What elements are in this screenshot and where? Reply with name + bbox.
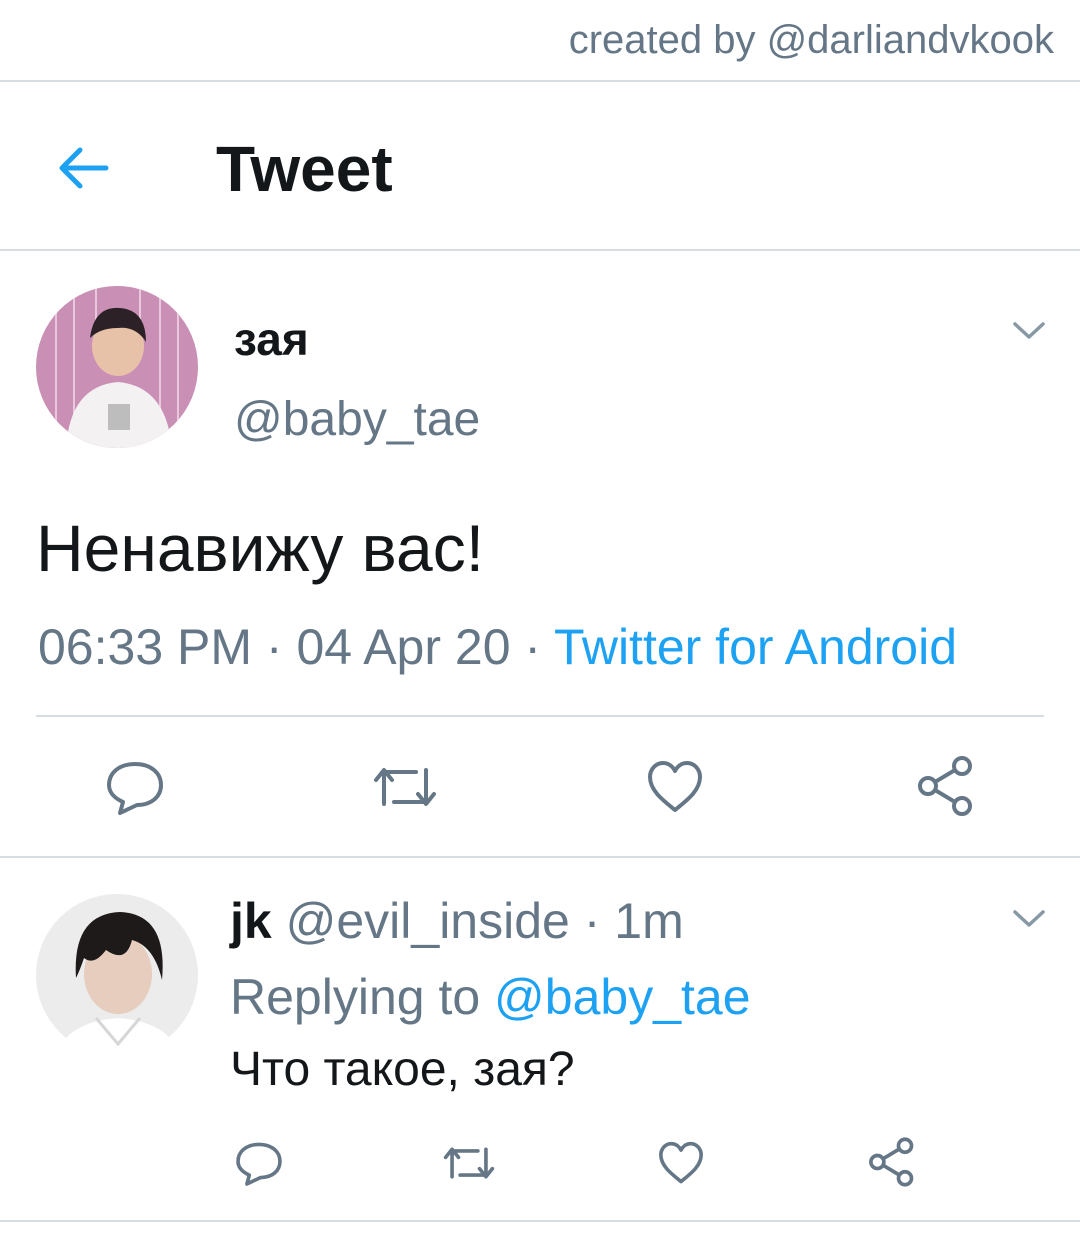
meta-separator: · xyxy=(510,619,555,675)
retweet-icon xyxy=(374,768,436,806)
like-button[interactable] xyxy=(644,756,706,823)
meta-separator: · xyxy=(252,619,297,675)
divider xyxy=(0,1220,1080,1222)
avatar-zaya[interactable] xyxy=(36,286,198,448)
tweet-menu-button[interactable] xyxy=(1011,318,1047,342)
divider xyxy=(0,249,1080,251)
tweet-meta: 06:33 PM · 04 Apr 20 · Twitter for Andro… xyxy=(38,618,957,676)
reply-time: · 1m xyxy=(569,893,684,949)
chevron-down-icon xyxy=(1013,322,1045,339)
share-icon xyxy=(869,1137,914,1187)
reply-author-name[interactable]: jk xyxy=(230,893,272,949)
replying-label: Replying to xyxy=(230,969,495,1025)
share-icon xyxy=(918,756,972,816)
chevron-down-icon xyxy=(1013,910,1045,927)
heart-icon xyxy=(648,761,702,812)
retweet-button[interactable] xyxy=(370,756,440,823)
tweet-text: Ненавижу вас! xyxy=(36,511,485,585)
watermark-credit: created by @darliandvkook xyxy=(568,18,1054,62)
reply-retweet-button[interactable] xyxy=(440,1138,498,1193)
reply-like-button[interactable] xyxy=(656,1138,706,1193)
author-handle[interactable]: @baby_tae xyxy=(234,392,480,447)
reply-text: Что такое, зая? xyxy=(230,1043,575,1096)
arrow-left-icon xyxy=(59,147,109,189)
tweet-date: 04 Apr 20 xyxy=(296,619,511,675)
reply-button[interactable] xyxy=(104,756,166,823)
share-button[interactable] xyxy=(914,754,978,823)
tweet-time: 06:33 PM xyxy=(38,619,253,675)
reply-header: jk @evil_inside · 1m xyxy=(230,892,684,950)
reply-author-handle[interactable]: @evil_inside xyxy=(286,893,570,949)
reply-reply-button[interactable] xyxy=(234,1138,284,1193)
reply-menu-button[interactable] xyxy=(1011,906,1047,930)
page-title: Tweet xyxy=(216,133,393,205)
replying-to: Replying to @baby_tae xyxy=(230,968,751,1026)
retweet-icon xyxy=(443,1147,495,1179)
divider xyxy=(0,80,1080,82)
tweet-source-link[interactable]: Twitter for Android xyxy=(554,619,957,675)
replying-handle-link[interactable]: @baby_tae xyxy=(494,969,751,1025)
author-name[interactable]: зая xyxy=(234,312,309,366)
comment-icon xyxy=(236,1142,282,1186)
heart-icon xyxy=(659,1141,703,1184)
reply-share-button[interactable] xyxy=(866,1136,918,1193)
divider xyxy=(0,856,1080,858)
back-button[interactable] xyxy=(54,138,114,198)
avatar-jk[interactable] xyxy=(36,894,198,1056)
divider xyxy=(36,715,1044,717)
comment-icon xyxy=(107,762,163,815)
